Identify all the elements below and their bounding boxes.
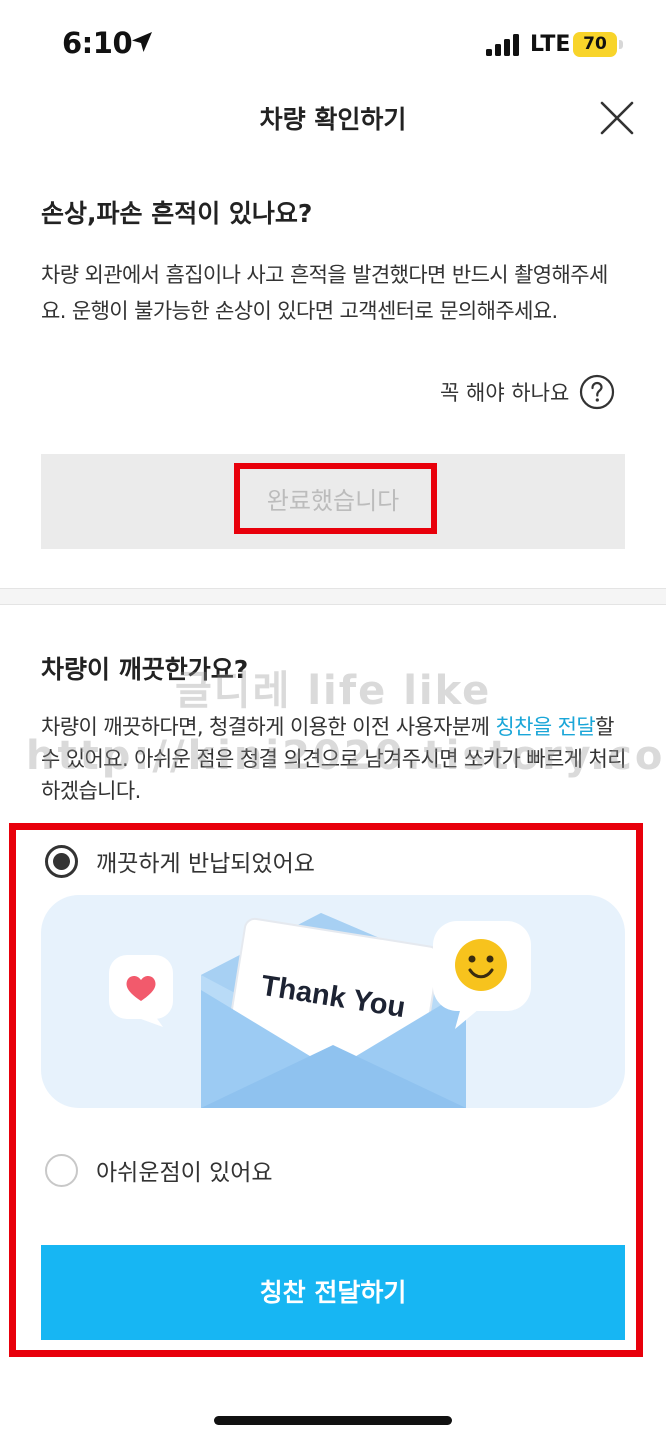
option-clean[interactable]: 깨끗하게 반납되었어요 [45,843,315,879]
page-title: 차량 확인하기 [259,105,407,134]
carrier-label: LTE [530,32,571,57]
help-icon [580,374,615,410]
clean-section-title: 차량이 깨끗한가요? [41,655,249,684]
done-button[interactable]: 완료했습니다 [41,454,625,549]
praise-link[interactable]: 칭찬을 전달 [495,715,595,739]
option-issue[interactable]: 아쉬운점이 있어요 [45,1152,273,1188]
praise-button[interactable]: 칭찬 전달하기 [41,1245,625,1340]
signal-icon [486,34,519,56]
must-do-label: 꼭 해야 하나요 [440,381,570,405]
option-issue-label: 아쉬운점이 있어요 [96,1160,273,1186]
damage-section-title: 손상,파손 흔적이 있나요? [41,199,313,228]
option-clean-label: 깨끗하게 반납되었어요 [96,851,315,877]
battery-icon: 70 [573,32,617,57]
battery-nub [619,40,623,49]
section-divider [0,588,666,605]
envelope-icon: Thank You [109,913,531,1108]
description-part-1: 차량이 깨끗하다면, 청결하게 이용한 이전 사용자분께 [41,715,496,739]
status-bar: 6:10 LTE 70 [0,0,666,88]
heart-icon [109,955,173,1027]
thank-you-illustration: Thank You [41,895,625,1108]
must-do-link[interactable]: 꼭 해야 하나요 [440,374,615,410]
battery-level: 70 [583,34,607,54]
praise-button-label: 칭찬 전달하기 [259,1278,407,1307]
home-indicator[interactable] [214,1416,452,1425]
done-button-label: 완료했습니다 [266,487,400,515]
close-button[interactable] [598,99,636,137]
status-time: 6:10 [62,26,133,60]
location-arrow-icon [132,32,152,52]
close-icon [600,101,634,135]
radio-selected[interactable] [45,844,78,878]
damage-section-description: 차량 외관에서 흠집이나 사고 흔적을 발견했다면 반드시 촬영해주세요. 운행… [41,263,608,323]
clean-section-description: 차량이 깨끗하다면, 청결하게 이용한 이전 사용자분께 칭찬을 전달할 수 있… [41,711,631,807]
radio-unselected[interactable] [45,1153,78,1187]
